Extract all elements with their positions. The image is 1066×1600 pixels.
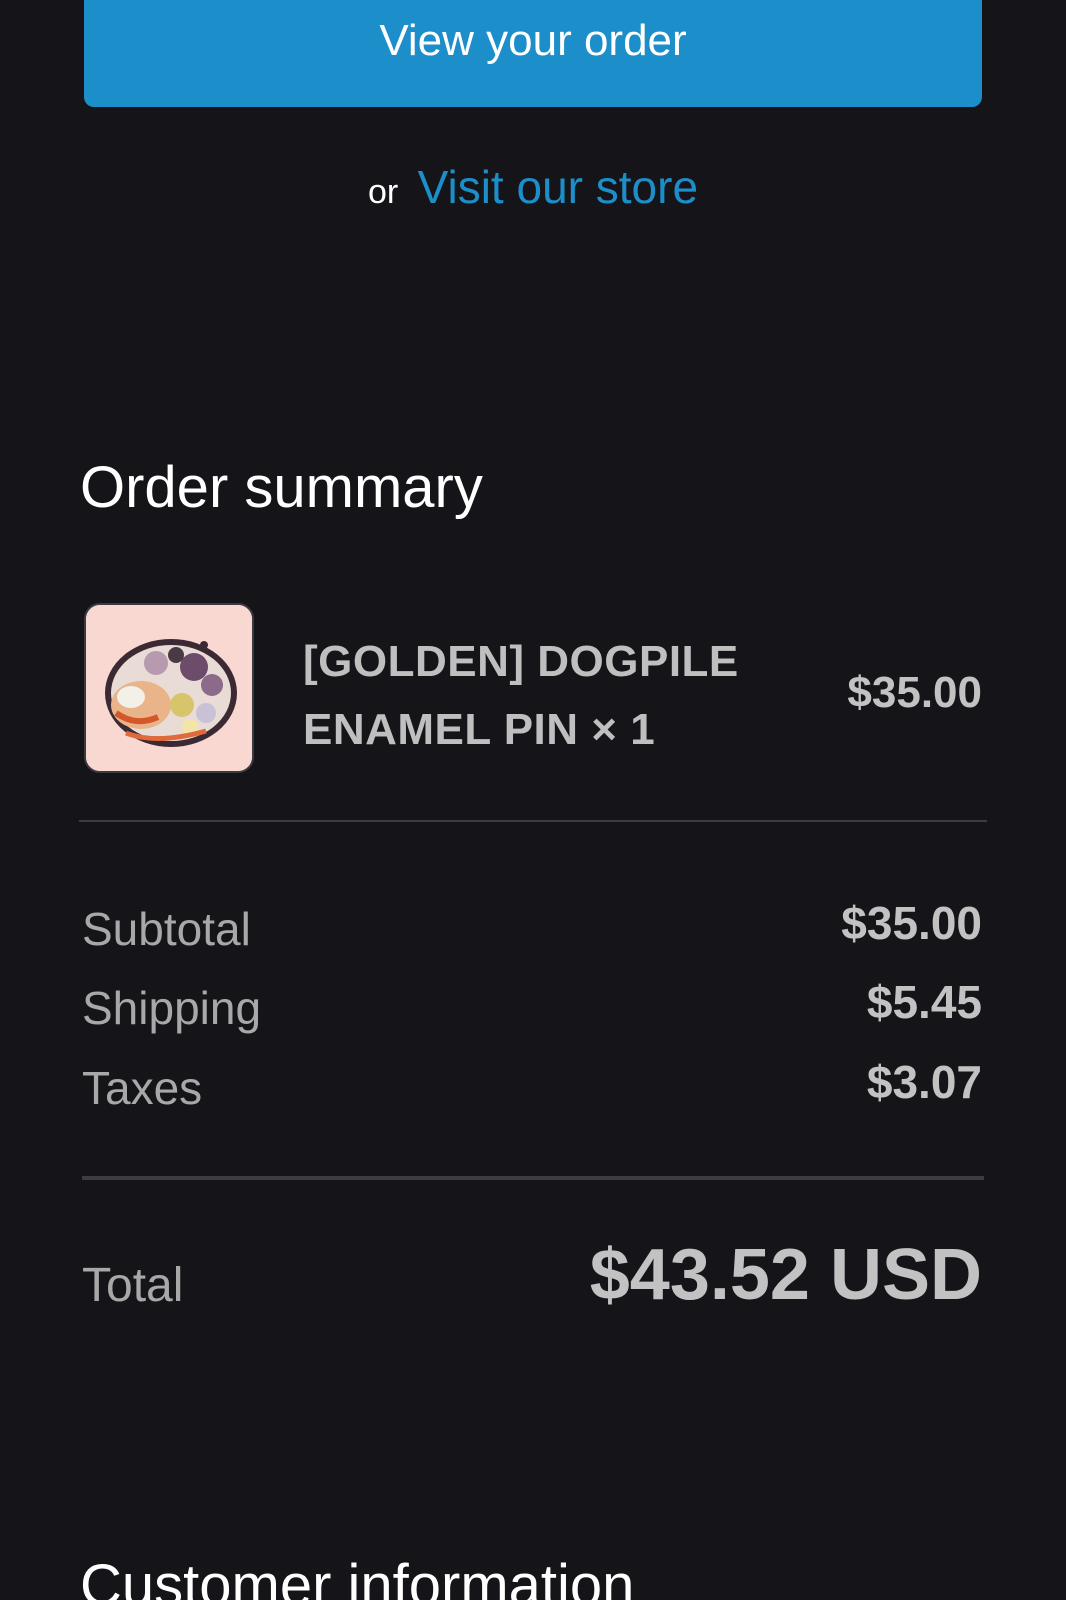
shipping-value: $5.45 bbox=[866, 976, 982, 1028]
product-name: [GOLDEN] DOGPILE ENAMEL PIN × 1 bbox=[303, 637, 739, 754]
taxes-value: $3.07 bbox=[866, 1056, 982, 1108]
enamel-pin-image bbox=[86, 605, 252, 771]
view-order-button[interactable]: View your order bbox=[84, 0, 982, 107]
taxes-row: Taxes $3.07 bbox=[82, 1056, 982, 1121]
subtotal-row: Subtotal $35.00 bbox=[82, 897, 982, 962]
total-label: Total bbox=[82, 1259, 184, 1312]
visit-store-link[interactable]: Visit our store bbox=[418, 161, 698, 213]
visit-store-row: or Visit our store bbox=[0, 160, 1066, 214]
order-confirmation-page: View your order or Visit our store Order… bbox=[0, 0, 1066, 1600]
taxes-label: Taxes bbox=[82, 1062, 203, 1114]
total-row: Total $43.52 USD bbox=[82, 1235, 982, 1320]
total-value: $43.52 USD bbox=[589, 1235, 982, 1315]
customer-information-title: Customer information bbox=[80, 1553, 635, 1600]
shipping-row: Shipping $5.45 bbox=[82, 976, 982, 1041]
product-price: $35.00 bbox=[847, 668, 982, 717]
order-summary-title: Order summary bbox=[80, 455, 483, 520]
total-divider bbox=[82, 1176, 984, 1180]
or-text: or bbox=[367, 173, 399, 211]
subtotal-label: Subtotal bbox=[82, 903, 251, 955]
subtotal-value: $35.00 bbox=[841, 897, 982, 949]
view-order-button-label: View your order bbox=[379, 16, 687, 65]
shipping-label: Shipping bbox=[82, 982, 262, 1034]
product-thumbnail bbox=[84, 603, 254, 773]
divider bbox=[79, 820, 987, 822]
